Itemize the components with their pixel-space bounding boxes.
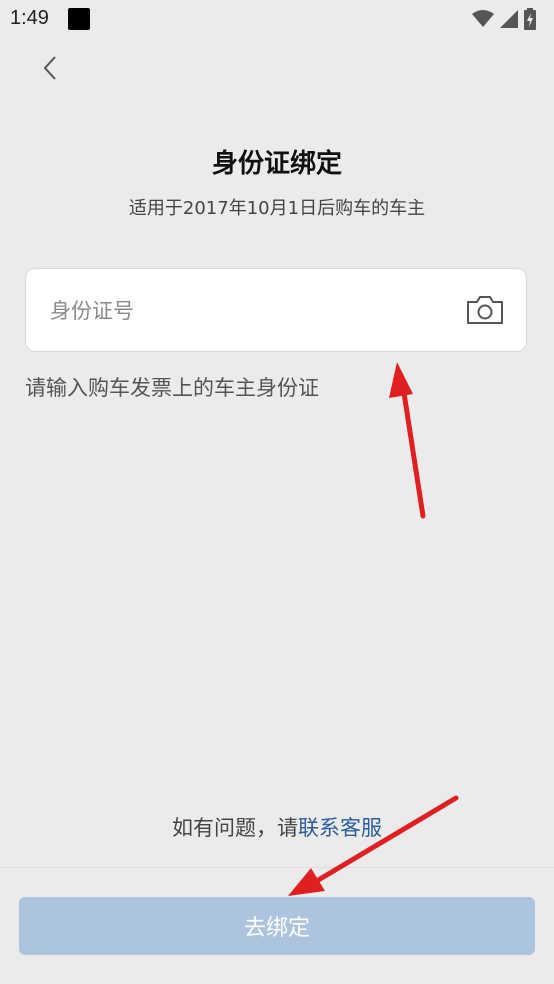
contact-support-link[interactable]: 联系客服 (298, 816, 382, 840)
status-icons (472, 8, 536, 30)
signal-icon (500, 10, 518, 28)
page-title: 身份证绑定 (211, 149, 342, 179)
help-prefix: 如有问题，请 (172, 816, 298, 840)
annotation-arrow (389, 362, 426, 519)
back-button[interactable] (30, 48, 70, 88)
id-hint-text: 请输入购车发票上的车主身份证 (25, 376, 319, 400)
battery-icon (524, 8, 536, 30)
help-line: 如有问题，请联系客服 (0, 812, 554, 842)
page-subtitle: 适用于2017年10月1日后购车的车主 (128, 198, 426, 219)
camera-icon (467, 296, 503, 324)
chevron-left-icon (43, 56, 56, 80)
id-number-field (25, 268, 527, 353)
status-time: 1:49 (10, 7, 49, 29)
id-number-input[interactable] (48, 269, 452, 353)
bind-button[interactable]: 去绑定 (19, 897, 535, 955)
notification-icon (68, 8, 90, 30)
bind-button-label: 去绑定 (243, 916, 310, 941)
bottom-divider (0, 867, 554, 868)
status-bar: 1:49 (0, 0, 554, 40)
wifi-icon (472, 10, 494, 27)
camera-button[interactable] (466, 295, 504, 325)
